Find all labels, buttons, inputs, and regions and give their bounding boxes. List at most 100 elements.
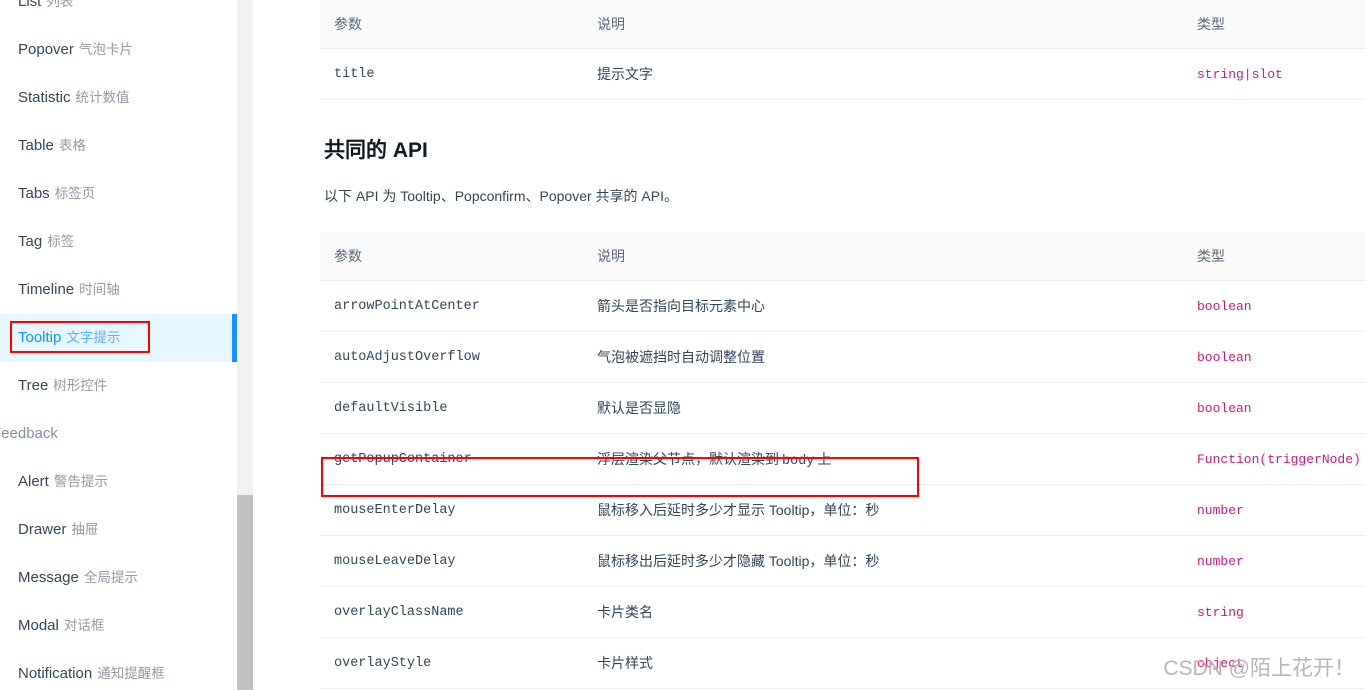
sidebar-item-label: Tag: [18, 233, 43, 250]
table-row: overlayStyle 卡片样式 object: [320, 637, 1365, 689]
cell-type: boolean: [1183, 382, 1365, 434]
cell-param: getPopupContainer: [320, 433, 583, 485]
sidebar-item-label: Message: [18, 569, 79, 586]
table-body-common: arrowPointAtCenter 箭头是否指向目标元素中心 boolean aut…: [320, 280, 1365, 689]
table-row: getPopupContainer 浮层渲染父节点，默认渲染到 body 上 Funct…: [320, 433, 1365, 485]
sidebar-item-label: Drawer: [18, 521, 67, 538]
sidebar-item-popover[interactable]: Popover 气泡卡片: [0, 26, 237, 74]
table-row: mouseEnterDelay 鼠标移入后延时多少才显示 Tooltip，单位：秒…: [320, 484, 1365, 536]
sidebar-item-modal[interactable]: Modal 对话框: [0, 602, 237, 650]
sidebar-group-label: Feedback: [0, 425, 58, 442]
cell-type: boolean: [1183, 280, 1365, 332]
sidebar-item-label: Tooltip: [18, 329, 62, 346]
table-row: mouseLeaveDelay 鼠标移出后延时多少才隐藏 Tooltip，单位：秒…: [320, 535, 1365, 587]
sidebar-item-label: List: [18, 0, 42, 10]
sidebar-item-label-cn: 统计数值: [75, 90, 130, 105]
sidebar-item-label: Timeline: [18, 281, 75, 298]
page-root: List 列表 Popover 气泡卡片 Statistic 统计数值 Table 表格 Tab…: [0, 0, 1365, 690]
cell-description: 默认是否显隐: [583, 382, 1183, 434]
cell-description: 鼠标移出后延时多少才隐藏 Tooltip，单位：秒: [583, 535, 1183, 587]
cell-param: overlayStyle: [320, 637, 583, 689]
sidebar-item-label-cn: 表格: [58, 138, 86, 153]
table-row: title 提示文字 string|slot: [320, 48, 1365, 100]
cell-type: object: [1183, 637, 1365, 689]
column-header-desc: 说明: [583, 232, 1183, 281]
sidebar-item-label: Popover: [18, 41, 74, 58]
description-text-tail: 上: [817, 451, 832, 467]
cell-type: boolean: [1183, 331, 1365, 383]
sidebar-item-statistic[interactable]: Statistic 统计数值: [0, 74, 237, 122]
sidebar-item-timeline[interactable]: Timeline 时间轴: [0, 266, 237, 314]
sidebar-item-label-cn: 气泡卡片: [78, 42, 133, 57]
description-inline-code: body: [782, 454, 815, 469]
sidebar-item-label-cn: 标签: [47, 234, 75, 249]
cell-description: 气泡被遮挡时自动调整位置: [583, 331, 1183, 383]
sidebar-item-label: Statistic: [18, 89, 71, 106]
main-content: 参数 说明 类型 title 提示文字 string|slot 共同的 API 以下…: [253, 0, 1365, 690]
sidebar-item-label-cn: 列表: [46, 0, 74, 9]
cell-param: mouseLeaveDelay: [320, 535, 583, 587]
cell-param: defaultVisible: [320, 382, 583, 434]
sidebar-item-tooltip[interactable]: Tooltip 文字提示: [0, 314, 237, 362]
sidebar-item-drawer[interactable]: Drawer 抽屉: [0, 506, 237, 554]
sidebar-group-feedback: Feedback: [0, 410, 237, 458]
cell-type: string|slot: [1183, 48, 1365, 100]
sidebar-scrollbar-thumb[interactable]: [237, 495, 253, 690]
cell-type: Function(triggerNode): [1183, 433, 1365, 485]
sidebar-item-label-cn: 全局提示: [83, 570, 138, 585]
cell-description: 卡片类名: [583, 586, 1183, 638]
table-row: overlayClassName 卡片类名 string: [320, 586, 1365, 638]
table-row: autoAdjustOverflow 气泡被遮挡时自动调整位置 boolean: [320, 331, 1365, 383]
cell-description: 箭头是否指向目标元素中心: [583, 280, 1183, 332]
cell-type: number: [1183, 535, 1365, 587]
sidebar-item-notification[interactable]: Notification 通知提醒框: [0, 650, 237, 690]
cell-param: title: [320, 48, 583, 100]
sidebar-item-label-cn: 警告提示: [53, 474, 108, 489]
sidebar-item-label-cn: 标签页: [54, 186, 96, 201]
sidebar-item-label-cn: 树形控件: [53, 378, 108, 393]
sidebar-item-tag[interactable]: Tag 标签: [0, 218, 237, 266]
sidebar-item-label-cn: 对话框: [63, 618, 105, 633]
cell-param: autoAdjustOverflow: [320, 331, 583, 383]
sidebar-item-list[interactable]: List 列表: [0, 0, 237, 26]
content-column: 参数 说明 类型 title 提示文字 string|slot 共同的 API 以下…: [320, 0, 1365, 689]
sidebar-item-label-cn: 文字提示: [66, 330, 121, 345]
sidebar-nav: List 列表 Popover 气泡卡片 Statistic 统计数值 Table 表格 Tab…: [0, 0, 237, 690]
column-header-param: 参数: [320, 232, 583, 281]
table-row: arrowPointAtCenter 箭头是否指向目标元素中心 boolean: [320, 280, 1365, 332]
api-table-common: 参数 说明 类型 arrowPointAtCenter 箭头是否指向目标元素中心 b…: [320, 232, 1365, 689]
sidebar-item-label: Modal: [18, 617, 59, 634]
sidebar-scrollbar-track[interactable]: [237, 0, 253, 690]
table-header-row: 参数 说明 类型: [320, 0, 1365, 49]
sidebar-item-label: Alert: [18, 473, 49, 490]
sidebar-item-tree[interactable]: Tree 树形控件: [0, 362, 237, 410]
sidebar-item-label-cn: 抽屉: [71, 522, 99, 537]
table-body-tooltip: title 提示文字 string|slot: [320, 48, 1365, 100]
sidebar-item-message[interactable]: Message 全局提示: [0, 554, 237, 602]
cell-description: 卡片样式: [583, 637, 1183, 689]
cell-description: 浮层渲染父节点，默认渲染到 body 上: [583, 433, 1183, 485]
sidebar-item-table[interactable]: Table 表格: [0, 122, 237, 170]
sidebar-item-label: Notification: [18, 665, 93, 682]
section-title-common-api: 共同的 API: [324, 139, 428, 162]
cell-param: overlayClassName: [320, 586, 583, 638]
column-header-param: 参数: [320, 0, 583, 49]
section-description: 以下 API 为 Tooltip、Popconfirm、Popover 共享的 …: [324, 188, 678, 204]
api-table-tooltip: 参数 说明 类型 title 提示文字 string|slot: [320, 0, 1365, 100]
cell-type: string: [1183, 586, 1365, 638]
cell-description: 提示文字: [583, 48, 1183, 100]
sidebar-item-label-cn: 通知提醒框: [97, 666, 165, 681]
cell-param: mouseEnterDelay: [320, 484, 583, 536]
sidebar-item-tabs[interactable]: Tabs 标签页: [0, 170, 237, 218]
column-header-desc: 说明: [583, 0, 1183, 49]
column-header-type: 类型: [1183, 232, 1365, 281]
sidebar-item-label: Tabs: [18, 185, 50, 202]
sidebar-item-label: Table: [18, 137, 54, 154]
sidebar-item-alert[interactable]: Alert 警告提示: [0, 458, 237, 506]
sidebar-item-label: Tree: [18, 377, 49, 394]
description-text: 浮层渲染父节点，默认渲染到: [597, 451, 779, 467]
table-row: defaultVisible 默认是否显隐 boolean: [320, 382, 1365, 434]
sidebar-item-list: List 列表 Popover 气泡卡片 Statistic 统计数值 Table 表格 Tab…: [0, 0, 237, 690]
table-header-row: 参数 说明 类型: [320, 232, 1365, 281]
cell-type: number: [1183, 484, 1365, 536]
